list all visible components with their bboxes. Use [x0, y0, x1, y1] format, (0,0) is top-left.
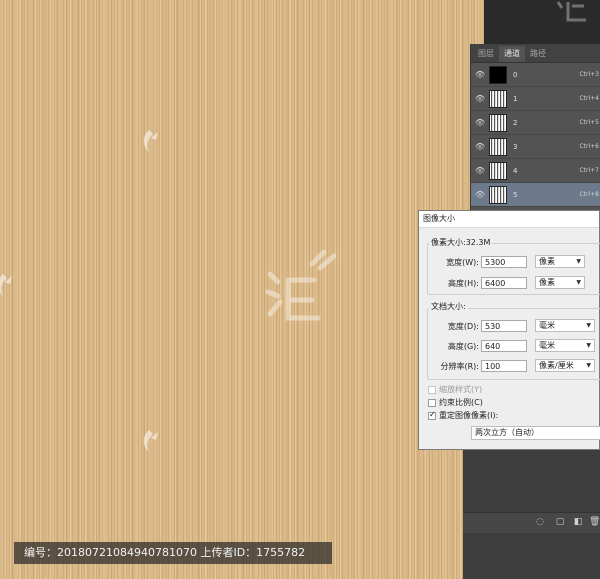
eye-icon[interactable]: 👁 — [471, 94, 489, 103]
chevron-down-icon: ▼ — [576, 258, 581, 265]
tab-paths[interactable]: 路径 — [525, 46, 551, 62]
tab-layers[interactable]: 图层 — [473, 46, 499, 62]
resample-label: 重定图像像素(I): — [439, 411, 499, 420]
channel-shortcut: Ctrl+3 — [579, 71, 599, 78]
doc-width-label: 宽度(D): — [447, 322, 479, 331]
watermark-logo-corner-icon — [552, 0, 592, 24]
panel-tabs: 图层 通道 路径 — [471, 44, 600, 63]
watermark-logo-large-icon — [262, 244, 342, 326]
tab-channels[interactable]: 通道 — [499, 46, 525, 62]
channel-name: 3 — [513, 142, 518, 151]
wood-texture-canvas — [0, 0, 484, 579]
resolution-unit: 像素/厘米 — [539, 361, 574, 370]
pixel-height-unit: 像素 — [539, 278, 555, 287]
eye-icon[interactable]: 👁 — [471, 70, 489, 79]
channel-thumbnail — [489, 89, 507, 108]
checkbox-box — [428, 385, 436, 394]
chevron-down-icon: ▼ — [586, 322, 591, 329]
channel-name: 0 — [513, 70, 518, 79]
pixel-width-label: 宽度(W): — [446, 258, 479, 267]
resolution-input[interactable] — [481, 360, 527, 372]
doc-width-unit: 毫米 — [539, 321, 555, 330]
pixel-height-input[interactable] — [481, 277, 527, 289]
resample-method-select[interactable]: 两次立方（自动） — [471, 426, 600, 440]
chevron-down-icon: ▼ — [586, 362, 591, 369]
channel-name: 4 — [513, 166, 518, 175]
pixel-dimensions-label: 像素大小:32.3M — [429, 237, 493, 248]
channel-row[interactable]: 👁 0 Ctrl+3 — [471, 63, 600, 87]
channel-row[interactable]: 👁 1 Ctrl+4 — [471, 87, 600, 111]
constrain-label: 约束比例(C) — [439, 398, 483, 407]
channel-thumbnail — [489, 161, 507, 180]
load-selection-icon[interactable]: ◌ — [535, 517, 545, 527]
channel-row-selected[interactable]: 👁 5 Ctrl+8 — [471, 183, 600, 207]
channel-shortcut: Ctrl+5 — [579, 119, 599, 126]
channel-row[interactable]: 👁 2 Ctrl+5 — [471, 111, 600, 135]
doc-width-input[interactable] — [481, 320, 527, 332]
chevron-down-icon: ▼ — [586, 342, 591, 349]
channel-thumbnail — [489, 113, 507, 132]
resample-method-value: 两次立方（自动） — [475, 428, 539, 437]
resolution-unit-select[interactable]: 像素/厘米 ▼ — [535, 359, 595, 372]
channel-name: 2 — [513, 118, 518, 127]
dialog-title: 图像大小 — [419, 211, 599, 228]
resample-checkbox[interactable]: 重定图像像素(I): — [428, 410, 498, 421]
pixel-width-unit: 像素 — [539, 257, 555, 266]
channel-name: 5 — [513, 190, 518, 199]
channel-shortcut: Ctrl+8 — [579, 191, 599, 198]
pixel-height-label: 高度(H): — [448, 279, 479, 288]
channel-shortcut: Ctrl+4 — [579, 95, 599, 102]
resolution-label: 分辨率(R): — [440, 362, 480, 371]
eye-icon[interactable]: 👁 — [471, 142, 489, 151]
chevron-down-icon: ▼ — [576, 279, 581, 286]
eye-icon[interactable]: 👁 — [471, 166, 489, 175]
eye-icon[interactable]: 👁 — [471, 118, 489, 127]
document-size-label: 文档大小: — [429, 301, 468, 312]
doc-height-input[interactable] — [481, 340, 527, 352]
doc-width-unit-select[interactable]: 毫米 ▼ — [535, 319, 595, 332]
save-selection-icon[interactable]: ▢ — [555, 517, 565, 527]
image-size-dialog: 图像大小 像素大小:32.3M 宽度(W): 像素 ▼ 高度(H): 像素 ▼ … — [418, 210, 600, 450]
scale-styles-label: 缩放样式(Y) — [439, 385, 483, 394]
pixel-width-input[interactable] — [481, 256, 527, 268]
channel-row[interactable]: 👁 3 Ctrl+6 — [471, 135, 600, 159]
pixel-height-unit-select[interactable]: 像素 ▼ — [535, 276, 585, 289]
pixel-width-unit-select[interactable]: 像素 ▼ — [535, 255, 585, 268]
channel-shortcut: Ctrl+7 — [579, 167, 599, 174]
checkbox-box — [428, 398, 436, 407]
image-caption: 编号：20180721084940781070 上传者ID：1755782 — [14, 542, 332, 564]
channel-row[interactable]: 👁 4 Ctrl+7 — [471, 159, 600, 183]
eye-icon[interactable]: 👁 — [471, 190, 489, 199]
watermark-logo-icon — [138, 128, 160, 154]
channels-panel: 图层 通道 路径 👁 0 Ctrl+3 👁 1 Ctrl+4 👁 2 Ctrl+… — [470, 44, 600, 212]
watermark-logo-icon — [0, 272, 14, 298]
checkbox-box — [428, 410, 436, 420]
constrain-proportions-checkbox[interactable]: 约束比例(C) — [428, 397, 483, 408]
channel-thumbnail — [489, 137, 507, 156]
new-channel-icon[interactable]: ◧ — [573, 517, 583, 527]
channel-shortcut: Ctrl+6 — [579, 143, 599, 150]
doc-height-unit: 毫米 — [539, 341, 555, 350]
trash-icon[interactable]: 🗑 — [589, 517, 600, 527]
channel-thumbnail — [489, 65, 507, 84]
channel-thumbnail — [489, 185, 507, 204]
scale-styles-checkbox[interactable]: 缩放样式(Y) — [428, 384, 482, 395]
doc-height-unit-select[interactable]: 毫米 ▼ — [535, 339, 595, 352]
watermark-logo-icon — [138, 428, 160, 454]
doc-height-label: 高度(G): — [447, 342, 479, 351]
channel-name: 1 — [513, 94, 518, 103]
channels-footer: ◌ ▢ ◧ 🗑 — [463, 512, 600, 533]
